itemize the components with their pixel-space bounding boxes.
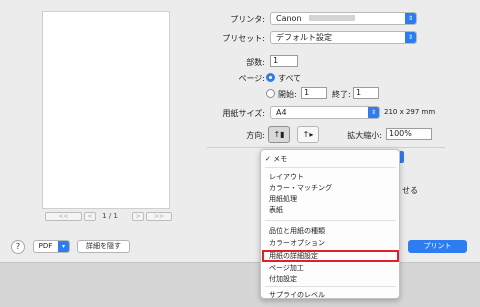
chevron-updown-icon: ⇕ (405, 13, 416, 24)
menu-separator (265, 167, 396, 168)
section-popup-menu: ✓ メモ レイアウト カラー・マッチング 用紙処理 表紙 品位と用紙の種類 カラ… (260, 149, 400, 299)
menu-item-page-processing[interactable]: ページ加工 (269, 263, 304, 273)
help-button[interactable]: ? (11, 240, 25, 254)
menu-item-memo[interactable]: ✓ メモ (265, 154, 287, 164)
copies-field[interactable]: 1 (270, 55, 298, 67)
paper-size-select[interactable]: A4 ⇕ (270, 106, 380, 119)
orientation-label: 方向: (246, 131, 265, 140)
printer-value: Canon (276, 14, 302, 23)
chevron-updown-icon: ⇕ (368, 107, 379, 118)
menu-item-paper-handling[interactable]: 用紙処理 (269, 194, 297, 204)
pages-to-label: 終了: (332, 90, 351, 99)
redacted-printer-model (309, 15, 356, 21)
menu-item-color-matching[interactable]: カラー・マッチング (269, 183, 332, 193)
page-count: 1 / 1 (102, 212, 118, 220)
hide-details-button[interactable]: 詳細を隠す (77, 240, 130, 253)
menu-item-paper-detail-settings[interactable]: 用紙の詳細設定 (269, 251, 318, 261)
printer-label: プリンタ: (230, 15, 265, 24)
menu-item-layout[interactable]: レイアウト (269, 172, 304, 182)
scale-field[interactable]: 100% (386, 128, 432, 140)
print-button[interactable]: プリント (408, 240, 467, 253)
preset-select[interactable]: デフォルト設定 ⇕ (270, 31, 417, 44)
prev-page-button[interactable]: < (84, 212, 96, 221)
preset-label: プリセット: (222, 34, 265, 43)
pages-from-field[interactable]: 1 (301, 87, 327, 99)
landscape-orientation-button[interactable]: ↑▸ (297, 126, 319, 143)
pdf-label: PDF (38, 242, 53, 250)
menu-item-cover-page[interactable]: 表紙 (269, 205, 283, 215)
pages-all-radio[interactable] (266, 73, 275, 82)
printer-select[interactable]: Canon ⇕ (270, 12, 417, 25)
pages-range-radio[interactable] (266, 89, 275, 98)
copies-label: 部数: (246, 58, 265, 67)
menu-item-supply-levels[interactable]: サプライのレベル (269, 290, 325, 300)
menu-separator (265, 286, 396, 287)
last-page-button[interactable]: >> (146, 212, 172, 221)
first-page-button[interactable]: << (45, 212, 82, 221)
window-bottom-area (0, 262, 480, 307)
portrait-person-icon: ↑▮ (273, 130, 285, 139)
section-divider (207, 147, 445, 148)
page-preview (42, 11, 170, 209)
portrait-orientation-button[interactable]: ↑▮ (268, 126, 290, 143)
pdf-menu-button[interactable]: PDF ▾ (33, 240, 70, 253)
pages-to-field[interactable]: 1 (353, 87, 379, 99)
option-label-fragment: せる (402, 186, 418, 195)
chevron-updown-icon: ⇕ (405, 32, 416, 43)
paper-size-label: 用紙サイズ: (222, 109, 265, 118)
preset-value: デフォルト設定 (276, 33, 332, 42)
menu-item-additional-settings[interactable]: 付加設定 (269, 274, 297, 284)
print-dialog: << < 1 / 1 > >> プリンタ: Canon ⇕ プリセット: デフォ… (0, 0, 480, 262)
pages-from-label: 開始: (278, 90, 297, 99)
pages-all-label: すべて (278, 74, 302, 83)
pages-label: ページ: (238, 74, 265, 83)
paper-size-value: A4 (276, 108, 287, 117)
next-page-button[interactable]: > (132, 212, 144, 221)
section-select-edge (400, 151, 404, 163)
chevron-down-icon: ▾ (58, 241, 69, 252)
paper-size-dims: 210 x 297 mm (384, 108, 436, 116)
menu-item-quality-media[interactable]: 品位と用紙の種類 (269, 226, 325, 236)
menu-item-color-options[interactable]: カラーオプション (269, 238, 325, 248)
landscape-person-icon: ↑▸ (302, 130, 314, 139)
menu-separator (265, 220, 396, 221)
scale-label: 拡大縮小: (347, 131, 382, 140)
